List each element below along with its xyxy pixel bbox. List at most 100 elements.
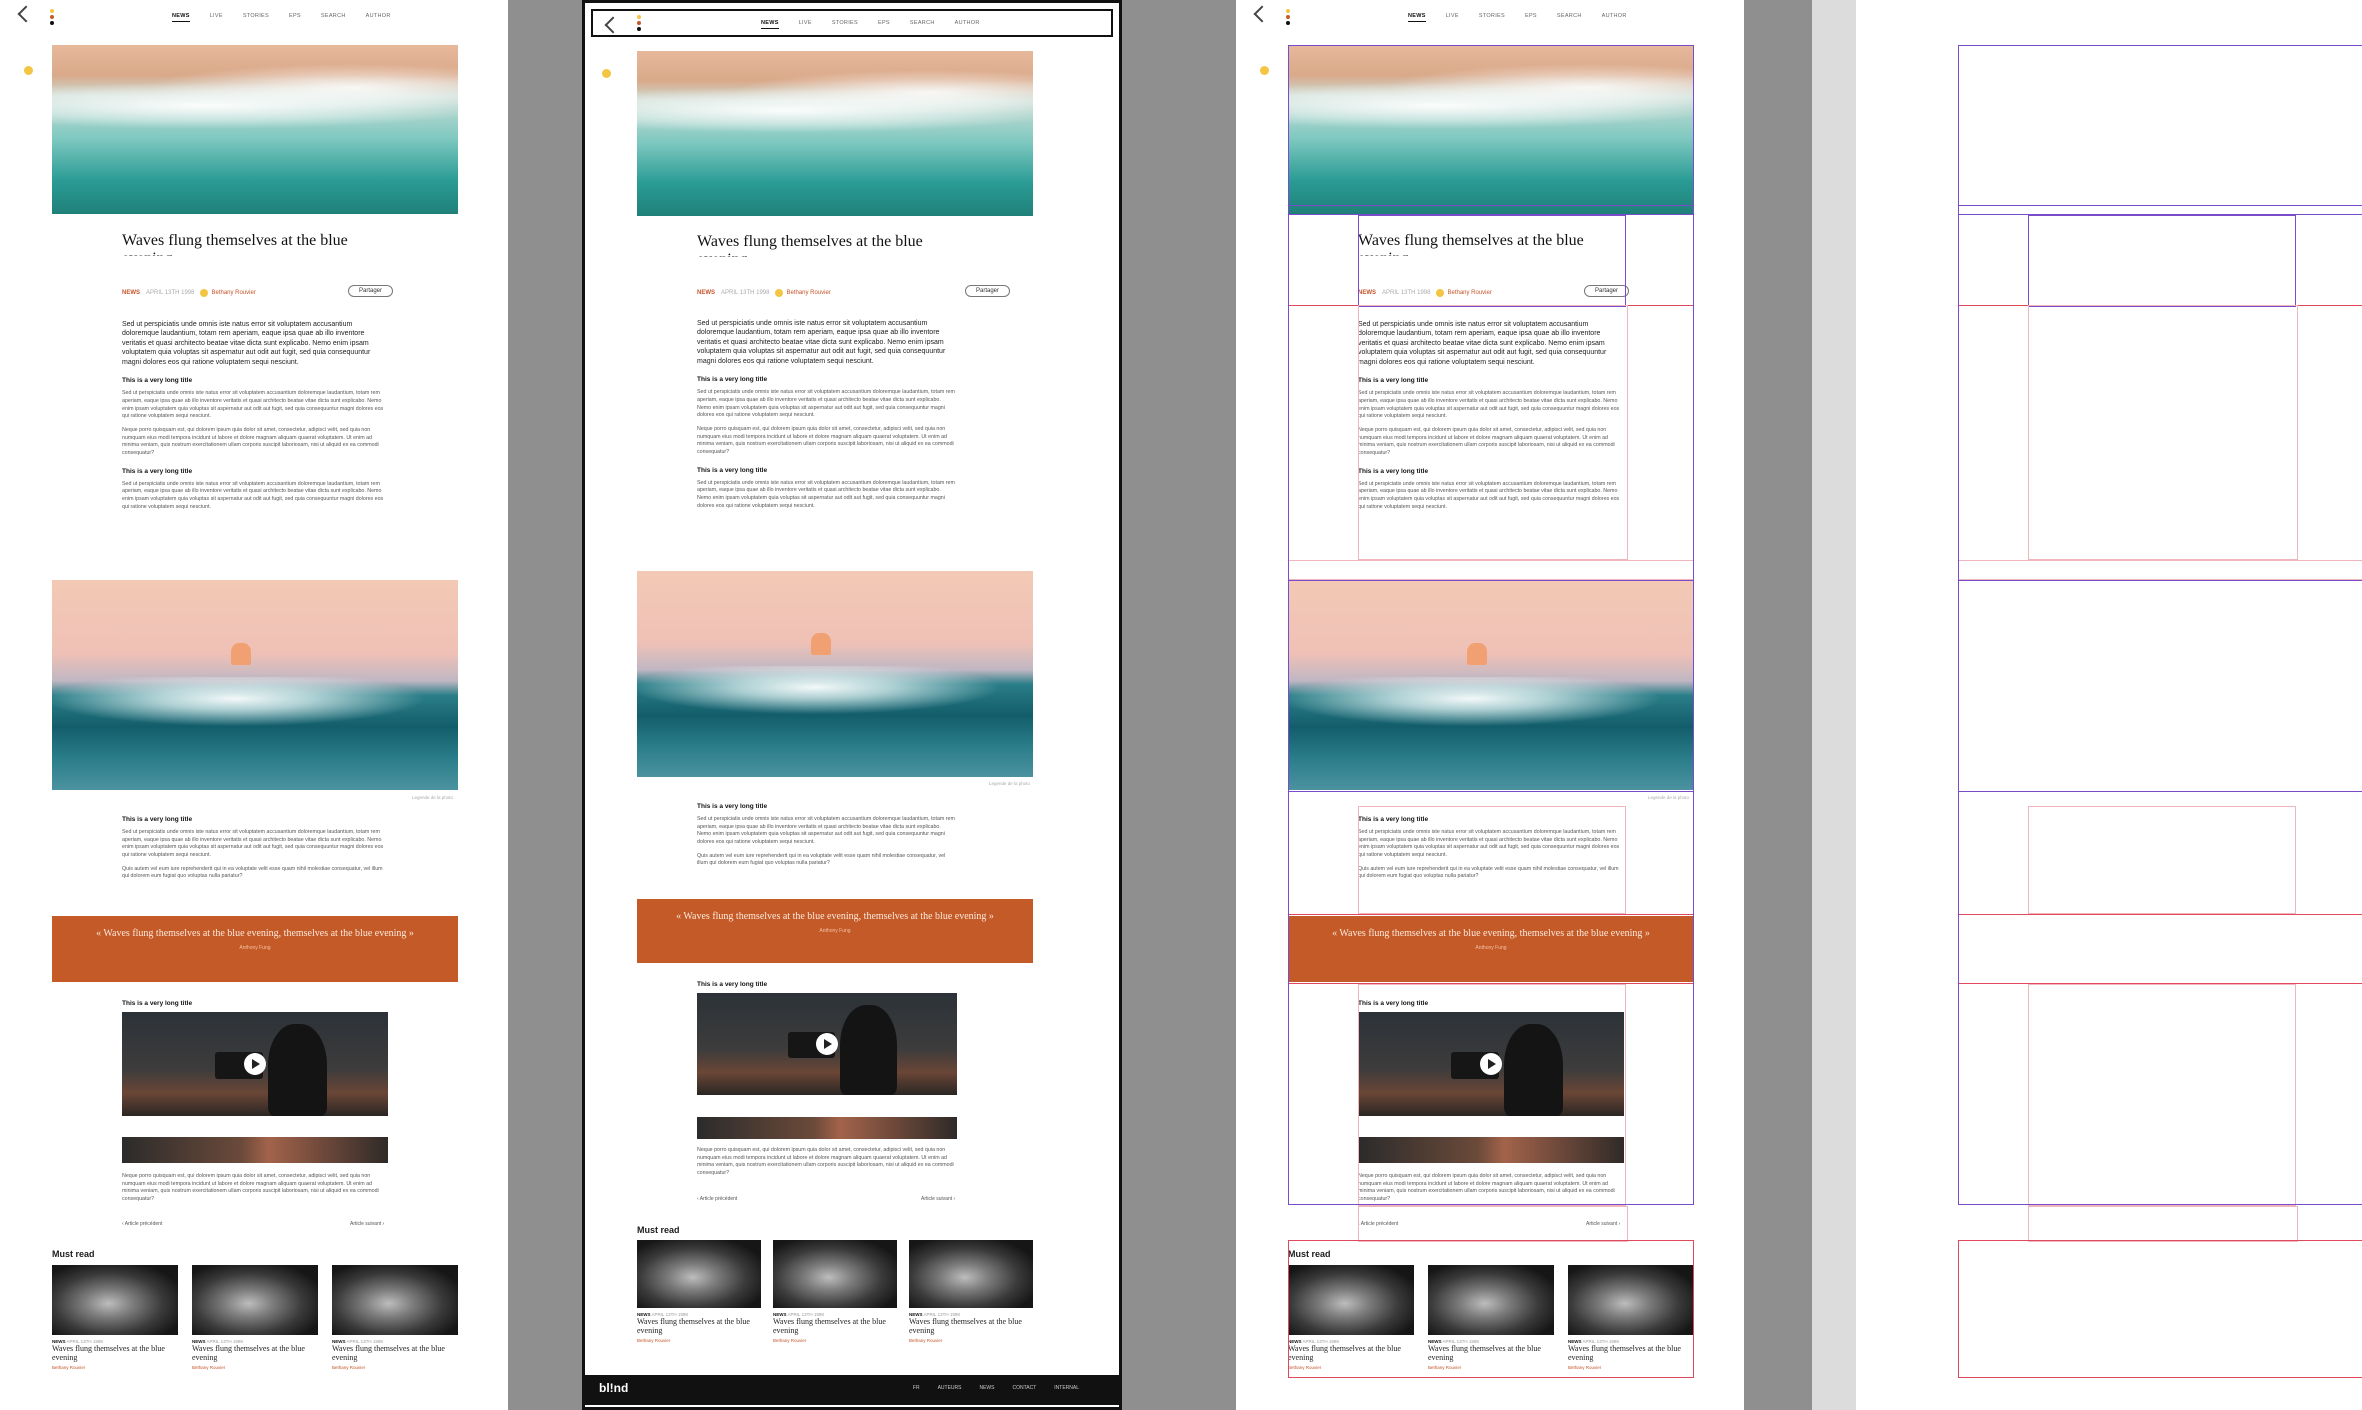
quote-author: Anthony Fung — [819, 928, 851, 934]
logo-icon[interactable] — [1286, 9, 1290, 25]
must-read-card[interactable]: NEWS APRIL 13TH 1998 Waves flung themselv… — [909, 1240, 1033, 1343]
surf-photo — [52, 580, 458, 790]
must-read-heading: Must read — [52, 1249, 95, 1259]
layout-guide-box — [1958, 205, 2362, 1205]
video-thumbnail-strip[interactable] — [122, 1137, 388, 1163]
body-paragraph: Sed ut perspiciatis unde omnis iste natu… — [122, 829, 384, 859]
quote-text: « Waves flung themselves at the blue eve… — [96, 928, 414, 939]
nav-link-live[interactable]: LIVE — [1446, 13, 1459, 22]
nav-links: NEWS LIVE STORIES EPS SEARCH AUTHOR — [1408, 13, 1627, 22]
card-title[interactable]: Waves flung themselves at the blue eveni… — [909, 1317, 1033, 1335]
nav-link-stories[interactable]: STORIES — [1479, 13, 1505, 22]
card-title[interactable]: Waves flung themselves at the blue eveni… — [192, 1344, 318, 1362]
footer-link-lang[interactable]: FR — [913, 1385, 920, 1391]
share-button[interactable]: Partager — [965, 285, 1011, 297]
article-title: Waves flung themselves at the blue eveni… — [697, 233, 923, 257]
author-avatar — [200, 289, 209, 297]
card-image — [52, 1265, 178, 1335]
layout-guide-box — [1288, 205, 1694, 1205]
card-author[interactable]: Bethany Rouvier — [52, 1365, 178, 1370]
nav-link-author[interactable]: AUTHOR — [955, 20, 980, 29]
layout-guide-box — [1958, 1240, 2362, 1378]
article-panel-desktop: NEWS LIVE STORIES EPS SEARCH AUTHOR Wave… — [0, 0, 508, 1410]
previous-article-link[interactable]: ‹ Article précédent — [122, 1221, 162, 1227]
play-icon[interactable] — [816, 1033, 838, 1055]
top-nav: NEWS LIVE STORIES EPS SEARCH AUTHOR — [0, 0, 508, 36]
publish-date: APRIL 13TH 1998 — [146, 290, 195, 296]
play-icon[interactable] — [244, 1053, 266, 1075]
video-player[interactable] — [697, 993, 957, 1095]
previous-article-link[interactable]: ‹ Article précédent — [697, 1196, 737, 1202]
nav-link-eps[interactable]: EPS — [289, 13, 301, 22]
must-read-card[interactable]: NEWS APRIL 13TH 1998 Waves flung themselv… — [192, 1265, 318, 1370]
quote-author: Anthony Fung — [239, 945, 271, 951]
article-body-top: Sed ut perspiciatis unde omnis iste natu… — [697, 319, 955, 516]
card-title[interactable]: Waves flung themselves at the blue eveni… — [332, 1344, 458, 1362]
author-name: Bethany Rouvier — [211, 290, 256, 296]
nav-link-search[interactable]: SEARCH — [910, 20, 935, 29]
card-title[interactable]: Waves flung themselves at the blue eveni… — [52, 1344, 178, 1362]
nav-link-stories[interactable]: STORIES — [243, 13, 269, 22]
card-image — [773, 1240, 897, 1308]
article-body-middle: This is a very long title Sed ut perspic… — [697, 793, 955, 874]
footer-link-news[interactable]: NEWS — [979, 1385, 994, 1391]
footer-link-authors[interactable]: AUTEURS — [938, 1385, 962, 1391]
back-arrow-icon[interactable] — [1253, 5, 1271, 23]
video-thumbnail-strip[interactable] — [697, 1117, 957, 1139]
back-arrow-icon[interactable] — [604, 16, 622, 34]
nav-link-author[interactable]: AUTHOR — [1602, 13, 1627, 22]
layout-guide-box — [1288, 45, 1694, 215]
category-tag[interactable]: NEWS — [122, 290, 140, 296]
nav-link-news[interactable]: NEWS — [172, 13, 190, 22]
nav-link-search[interactable]: SEARCH — [1557, 13, 1582, 22]
card-author[interactable]: Bethany Rouvier — [192, 1365, 318, 1370]
nav-link-author[interactable]: AUTHOR — [366, 13, 391, 22]
nav-link-eps[interactable]: EPS — [878, 20, 890, 29]
card-author[interactable]: Bethany Rouvier — [909, 1338, 1033, 1343]
card-author[interactable]: Bethany Rouvier — [637, 1338, 761, 1343]
nav-link-live[interactable]: LIVE — [799, 20, 812, 29]
footer-brand[interactable]: bl!nd — [599, 1381, 628, 1395]
footer-link-internal[interactable]: INTERNAL — [1054, 1385, 1079, 1391]
next-article-link[interactable]: Article suivant › — [350, 1221, 384, 1227]
card-title[interactable]: Waves flung themselves at the blue eveni… — [637, 1317, 761, 1335]
lead-paragraph: Sed ut perspiciatis unde omnis iste natu… — [697, 320, 946, 365]
layout-guide-box — [1358, 1206, 1628, 1242]
author-link[interactable]: Bethany Rouvier — [775, 289, 831, 297]
publish-date: APRIL 13TH 1998 — [721, 290, 770, 296]
nav-link-search[interactable]: SEARCH — [321, 13, 346, 22]
next-article-link[interactable]: Article suivant › — [921, 1196, 955, 1202]
lead-paragraph: Sed ut perspiciatis unde omnis iste natu… — [122, 321, 371, 366]
body-paragraph: Quis autem vel eum iure reprehenderit qu… — [122, 865, 383, 880]
card-title[interactable]: Waves flung themselves at the blue eveni… — [773, 1317, 897, 1335]
category-tag[interactable]: NEWS — [697, 290, 715, 296]
nav-link-news[interactable]: NEWS — [761, 20, 779, 29]
section-heading: This is a very long title — [697, 981, 768, 988]
top-nav: NEWS LIVE STORIES EPS SEARCH AUTHOR — [1236, 0, 1744, 36]
logo-icon[interactable] — [637, 15, 641, 31]
nav-links: NEWS LIVE STORIES EPS SEARCH AUTHOR — [172, 13, 391, 22]
video-player[interactable] — [122, 1012, 388, 1116]
card-author[interactable]: Bethany Rouvier — [332, 1365, 458, 1370]
section-heading: This is a very long title — [122, 467, 193, 475]
must-read-card[interactable]: NEWS APRIL 13TH 1998 Waves flung themselv… — [332, 1265, 458, 1370]
logo-icon[interactable] — [50, 9, 54, 25]
nav-link-live[interactable]: LIVE — [210, 13, 223, 22]
must-read-card[interactable]: NEWS APRIL 13TH 1998 Waves flung themselv… — [637, 1240, 761, 1343]
site-footer: bl!nd FR AUTEURS NEWS CONTACT INTERNAL — [585, 1375, 1119, 1405]
must-read-card[interactable]: NEWS APRIL 13TH 1998 Waves flung themselv… — [52, 1265, 178, 1370]
section-heading: This is a very long title — [122, 1000, 193, 1007]
share-button[interactable]: Partager — [348, 285, 394, 297]
article-panel-overlay: NEWS LIVE STORIES EPS SEARCH AUTHOR Wave… — [1236, 0, 1744, 1410]
nav-link-stories[interactable]: STORIES — [832, 20, 858, 29]
nav-link-eps[interactable]: EPS — [1525, 13, 1537, 22]
must-read-card[interactable]: NEWS APRIL 13TH 1998 Waves flung themselv… — [773, 1240, 897, 1343]
photo-caption: Legende de la photo — [989, 781, 1031, 786]
quote-text: « Waves flung themselves at the blue eve… — [676, 911, 994, 922]
card-author[interactable]: Bethany Rouvier — [773, 1338, 897, 1343]
author-link[interactable]: Bethany Rouvier — [200, 289, 256, 297]
back-arrow-icon[interactable] — [17, 5, 35, 23]
article-body-bottom: Neque porro quisquam est, qui dolorem ip… — [697, 1147, 955, 1184]
footer-link-contact[interactable]: CONTACT — [1012, 1385, 1036, 1391]
nav-link-news[interactable]: NEWS — [1408, 13, 1426, 22]
